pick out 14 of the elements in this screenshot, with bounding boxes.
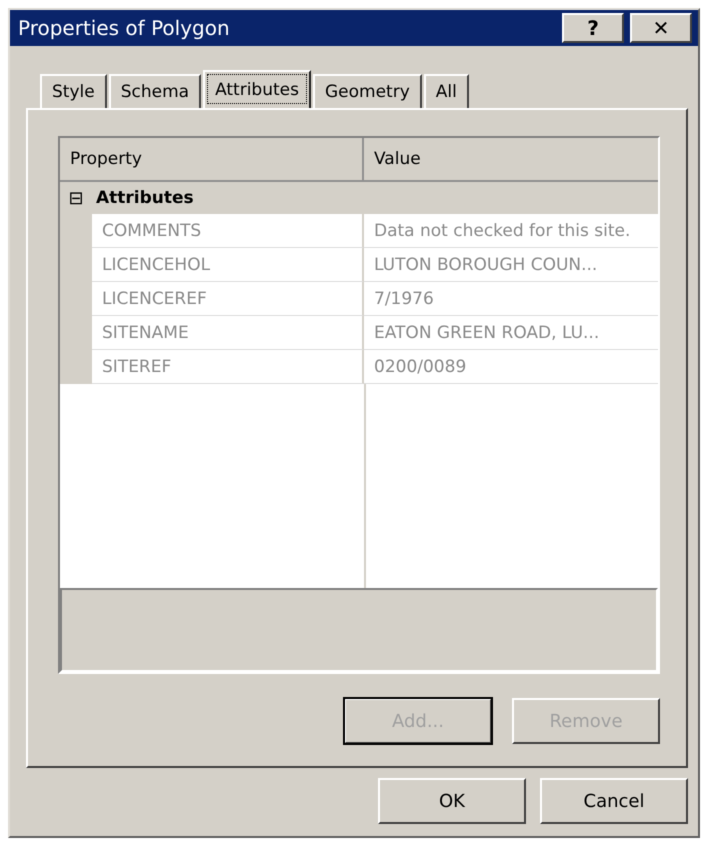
close-button[interactable]: ✕ [630,13,692,43]
tab[interactable]: All [424,74,469,108]
tab[interactable]: Style [40,74,107,108]
group-label: Attributes [95,188,194,208]
column-header[interactable]: Value [364,138,658,180]
tab[interactable]: Schema [108,74,202,108]
column-header[interactable]: Property [60,138,364,180]
help-button[interactable]: ? [562,13,624,43]
window-title: Properties of Polygon [18,16,230,40]
tab[interactable]: Geometry [312,74,422,108]
row-gutter [60,350,92,384]
ok-button[interactable]: OK [378,778,526,824]
tab[interactable]: Attributes [203,70,311,108]
cancel-button[interactable]: Cancel [540,778,688,824]
